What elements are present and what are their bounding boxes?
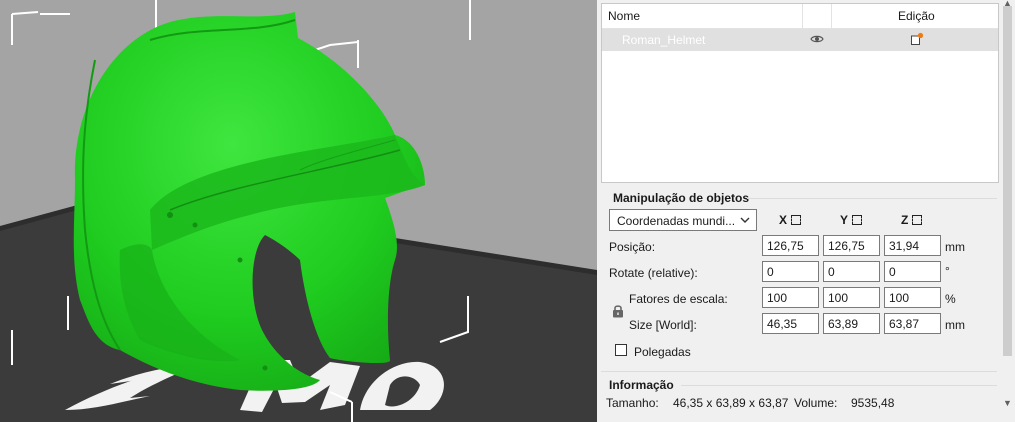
position-z-field[interactable] <box>884 235 941 256</box>
scale-y-field[interactable] <box>823 287 880 308</box>
section-divider <box>747 198 997 199</box>
rotate-unit: ° <box>945 264 950 278</box>
column-header-name[interactable]: Nome <box>608 9 640 23</box>
rotate-z-field[interactable] <box>884 261 941 282</box>
position-unit: mm <box>945 240 965 254</box>
size-z-input[interactable] <box>885 314 939 333</box>
scale-z-input[interactable] <box>885 288 939 307</box>
position-y-input[interactable] <box>824 236 878 255</box>
axis-y-label: Y <box>840 213 849 227</box>
rotate-z-input[interactable] <box>885 262 939 281</box>
scale-z-field[interactable] <box>884 287 941 308</box>
object-list-header: Nome Edição <box>602 4 998 29</box>
edit-settings-icon[interactable] <box>910 32 924 46</box>
inches-checkbox[interactable] <box>615 344 627 356</box>
scrollbar-thumb[interactable] <box>1003 6 1012 356</box>
axis-x-header: X <box>779 213 802 227</box>
info-volume-label: Volume: <box>794 396 838 410</box>
scene-canvas[interactable] <box>0 0 597 422</box>
inches-label[interactable]: Polegadas <box>634 345 691 359</box>
axis-z-label: Z <box>901 213 909 227</box>
size-y-input[interactable] <box>824 314 878 333</box>
column-divider <box>831 4 832 28</box>
axis-x-label: X <box>779 213 788 227</box>
column-header-edit[interactable]: Edição <box>898 9 935 23</box>
rotate-x-field[interactable] <box>762 261 819 282</box>
chevron-down-icon <box>740 217 750 223</box>
manipulation-title: Manipulação de objetos <box>613 191 750 205</box>
axis-z-header: Z <box>901 213 923 227</box>
size-y-field[interactable] <box>823 313 880 334</box>
info-volume-value: 9535,48 <box>851 396 895 410</box>
3d-viewport[interactable] <box>0 0 597 422</box>
section-divider <box>601 371 997 372</box>
scroll-down-arrow-icon[interactable]: ▼ <box>1001 398 1014 408</box>
rotate-y-input[interactable] <box>824 262 878 281</box>
scale-label: Fatores de escala: <box>629 292 728 306</box>
size-label: Size [World]: <box>629 318 697 332</box>
rotate-y-field[interactable] <box>823 261 880 282</box>
object-row[interactable]: Roman_Helmet <box>602 29 998 51</box>
scale-x-field[interactable] <box>762 287 819 308</box>
size-x-input[interactable] <box>763 314 817 333</box>
helmet-model[interactable] <box>73 12 425 391</box>
right-sidebar: Nome Edição Roman_Helmet Manipulação de … <box>597 0 1015 422</box>
eye-icon[interactable] <box>810 34 824 44</box>
position-z-input[interactable] <box>885 236 939 255</box>
axis-x-icon <box>791 215 802 225</box>
scale-unit: % <box>945 292 956 306</box>
axis-y-icon <box>852 215 863 225</box>
coordinates-dropdown[interactable]: Coordenadas mundi... <box>609 209 757 231</box>
axis-y-header: Y <box>840 213 863 227</box>
scroll-up-arrow-icon[interactable]: ▲ <box>1001 0 1014 8</box>
size-unit: mm <box>945 318 965 332</box>
coordinates-dropdown-value: Coordenadas mundi... <box>617 214 736 228</box>
position-x-field[interactable] <box>762 235 819 256</box>
rotate-x-input[interactable] <box>763 262 817 281</box>
lock-icon[interactable] <box>612 304 624 318</box>
info-size-value: 46,35 x 63,89 x 63,87 <box>673 396 789 410</box>
axis-z-icon <box>912 215 923 225</box>
rotate-label: Rotate (relative): <box>609 266 698 280</box>
position-x-input[interactable] <box>763 236 817 255</box>
position-label: Posição: <box>609 240 656 254</box>
info-size-label: Tamanho: <box>606 396 659 410</box>
scale-x-input[interactable] <box>763 288 817 307</box>
object-manipulation-panel: Manipulação de objetos Coordenadas mundi… <box>601 191 997 372</box>
info-title: Informação <box>609 378 674 392</box>
scale-y-input[interactable] <box>824 288 878 307</box>
size-z-field[interactable] <box>884 313 941 334</box>
object-name[interactable]: Roman_Helmet <box>622 33 705 47</box>
position-y-field[interactable] <box>823 235 880 256</box>
column-divider <box>802 4 803 28</box>
section-divider <box>681 385 997 386</box>
object-list[interactable]: Nome Edição Roman_Helmet <box>601 3 999 183</box>
size-x-field[interactable] <box>762 313 819 334</box>
info-panel: Informação Tamanho: 46,35 x 63,89 x 63,8… <box>601 376 997 422</box>
